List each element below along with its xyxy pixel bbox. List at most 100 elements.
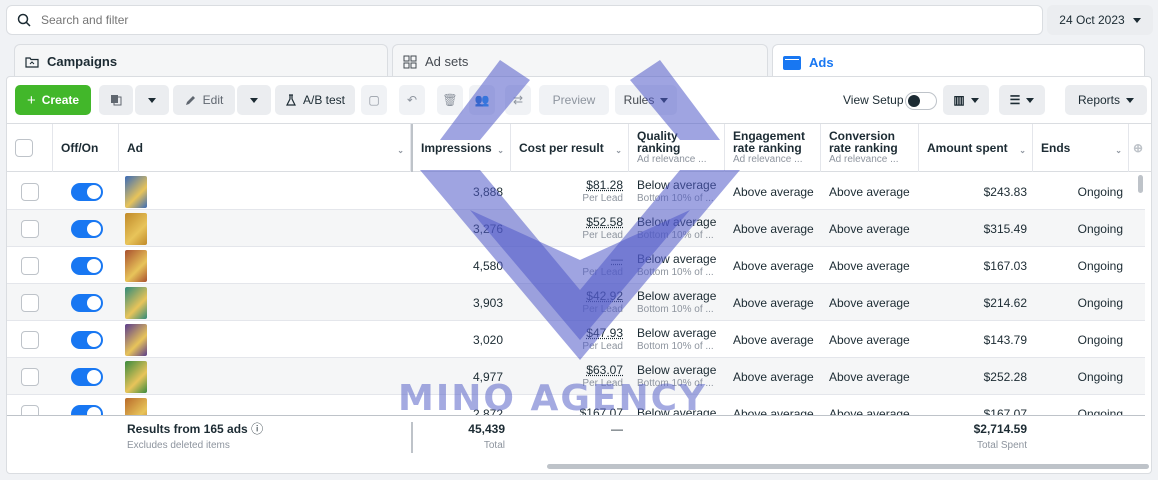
view-setup-toggle[interactable] [905, 92, 937, 110]
footer-excludes: Excludes deleted items [127, 440, 230, 451]
table-row[interactable]: 3,276 $52.58 Per Lead Below average Bottom 1… [7, 210, 1145, 247]
footer-spent-value: $2,714.59 [973, 422, 1027, 436]
tab-campaigns[interactable]: Campaigns [14, 44, 388, 78]
date-range-button[interactable]: 24 Oct 2023 [1047, 5, 1153, 35]
ad-thumbnail[interactable] [125, 175, 147, 208]
row-checkbox[interactable] [21, 293, 39, 312]
ad-thumbnail[interactable] [125, 360, 147, 393]
rules-button[interactable]: Rules [615, 85, 677, 115]
cpr-value[interactable]: $63.07 [586, 363, 623, 377]
col-impressions[interactable]: Impressions ⌄ [411, 124, 511, 172]
col-engagement-sub: Ad relevance ... [733, 154, 803, 165]
ad-thumbnail[interactable] [125, 323, 147, 356]
chevron-down-icon [250, 97, 258, 103]
table-row[interactable]: 3,888 $81.28 Per Lead Below average Bottom 1… [7, 173, 1145, 210]
ad-toggle[interactable] [71, 367, 103, 386]
row-checkbox[interactable] [21, 182, 39, 201]
col-conversion-sub: Ad relevance ... [829, 154, 899, 165]
info-icon[interactable]: ⓘ [251, 422, 263, 436]
audience-button[interactable]: 👥 [469, 85, 495, 115]
toggle-cell [71, 210, 103, 247]
add-column-icon[interactable]: ⊕ [1129, 124, 1151, 172]
grid-icon [403, 55, 417, 68]
conversion-ranking-cell: Above average [829, 369, 910, 384]
amount-spent-cell: $243.83 [983, 184, 1027, 199]
reports-button[interactable]: Reports [1065, 85, 1147, 115]
create-button[interactable]: + Create [15, 85, 91, 115]
tag-button[interactable]: ⇄ [505, 85, 531, 115]
sort-icon: ⌄ [397, 146, 404, 155]
col-amount-spent[interactable]: Amount spent ⌄ [919, 124, 1033, 172]
col-off-on[interactable]: Off/On [53, 124, 119, 172]
ad-thumbnail[interactable] [125, 212, 147, 245]
cpr-value[interactable]: $81.28 [586, 178, 623, 192]
ab-test-button[interactable]: A/B test [275, 85, 355, 115]
table-row[interactable]: 4,977 $63.07 Per Lead Below average Bottom 1… [7, 358, 1145, 395]
col-cpr-label: Cost per result [519, 141, 604, 155]
select-all-checkbox[interactable] [15, 139, 33, 157]
impressions-cell: 4,580 [472, 258, 503, 273]
chevron-down-icon [1132, 17, 1141, 23]
ad-toggle[interactable] [71, 219, 103, 238]
ad-toggle[interactable] [71, 293, 103, 312]
breakdown-button[interactable]: ☰ [999, 85, 1045, 115]
col-conversion-ranking[interactable]: Conversion rate ranking Ad relevance ... [821, 124, 919, 172]
horizontal-scrollbar[interactable] [547, 464, 1149, 469]
table-row[interactable]: 3,903 $42.92 Per Lead Below average Bottom 1… [7, 284, 1145, 321]
ad-thumbnail[interactable] [125, 286, 147, 319]
table-row[interactable]: 4,580 — Per Lead Below average Bottom 10% of… [7, 247, 1145, 284]
delete-button[interactable]: 🗑 [437, 85, 463, 115]
col-quality-ranking[interactable]: Quality ranking Ad relevance ... [629, 124, 725, 172]
table-row[interactable]: 3,020 $47.93 Per Lead Below average Bottom 1… [7, 321, 1145, 358]
edit-button[interactable]: Edit [173, 85, 235, 115]
table-header: Off/On Ad ⌄ Impressions ⌄ Cost per result ⌄… [7, 123, 1151, 172]
row-checkbox-cell [21, 284, 39, 321]
tab-ads[interactable]: Ads [772, 44, 1145, 80]
ends-cell: Ongoing [1077, 221, 1123, 236]
row-checkbox-cell [21, 210, 39, 247]
duplicate-button[interactable] [99, 85, 133, 115]
duplicate-dropdown[interactable] [135, 85, 169, 115]
cpr-value[interactable]: $52.58 [586, 215, 623, 229]
tab-ad-sets[interactable]: Ad sets [392, 44, 768, 78]
cpr-value[interactable]: $42.92 [586, 289, 623, 303]
preview-button[interactable]: Preview [539, 85, 609, 115]
cpr-value[interactable]: $47.93 [586, 326, 623, 340]
ad-toggle[interactable] [71, 256, 103, 275]
reports-label: Reports [1077, 93, 1121, 107]
cpr-value[interactable]: — [611, 252, 623, 266]
row-checkbox[interactable] [21, 256, 39, 275]
edit-dropdown[interactable] [237, 85, 271, 115]
col-conversion-label: Conversion rate ranking [829, 129, 898, 155]
col-ends-label: Ends [1041, 141, 1071, 155]
engagement-ranking-cell: Above average [733, 184, 814, 199]
preview-label: Preview [552, 93, 596, 107]
cpr-unit: Per Lead [582, 229, 623, 241]
amount-spent-cell: $252.28 [983, 369, 1027, 384]
columns-button[interactable]: ▥ [943, 85, 989, 115]
search-input[interactable] [41, 13, 641, 27]
col-ad[interactable]: Ad ⌄ [119, 124, 411, 172]
vertical-scrollbar[interactable] [1138, 175, 1143, 193]
row-checkbox[interactable] [21, 367, 39, 386]
col-ends[interactable]: Ends ⌄ [1033, 124, 1129, 172]
search-bar[interactable] [6, 5, 1043, 35]
quality-sub: Bottom 10% of ... [637, 192, 714, 204]
undo-button[interactable]: ↶ [399, 85, 425, 115]
ad-thumbnail[interactable] [125, 249, 147, 282]
row-checkbox[interactable] [21, 219, 39, 238]
col-engagement-ranking[interactable]: Engagement rate ranking Ad relevance ... [725, 124, 821, 172]
chevron-down-icon [970, 97, 979, 103]
ad-thumbnail-cell [125, 210, 147, 247]
amount-spent-cell: $167.03 [983, 258, 1027, 273]
toggle-knob [908, 95, 920, 107]
engagement-ranking-cell: Above average [733, 369, 814, 384]
ads-icon [783, 55, 801, 70]
ad-toggle[interactable] [71, 330, 103, 349]
col-cost-per-result[interactable]: Cost per result ⌄ [511, 124, 629, 172]
row-checkbox[interactable] [21, 330, 39, 349]
clipboard-button[interactable]: ▢ [361, 85, 387, 115]
ad-toggle[interactable] [71, 182, 103, 201]
quality-sub: Bottom 10% of ... [637, 266, 714, 278]
ends-cell: Ongoing [1077, 258, 1123, 273]
